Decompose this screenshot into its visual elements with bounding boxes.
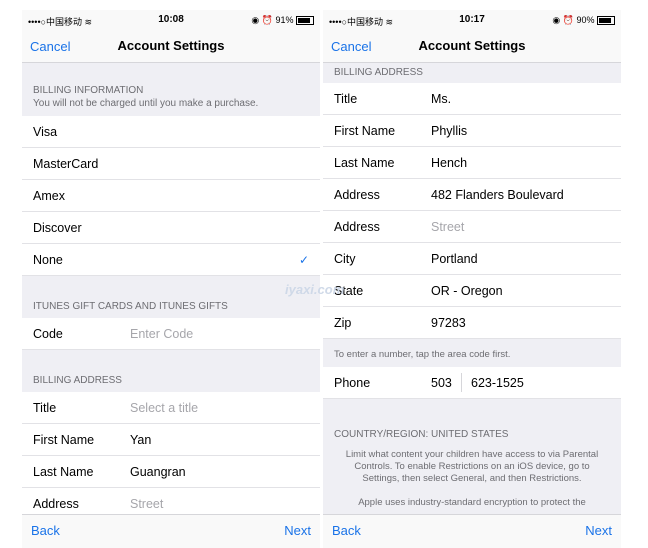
address2-label: Address <box>334 220 380 234</box>
address-row[interactable]: Address Street <box>22 488 320 515</box>
battery-icon <box>597 16 615 26</box>
code-input[interactable]: Enter Code <box>130 327 193 341</box>
title-label: Title <box>33 401 57 415</box>
address-label: Address <box>334 188 380 202</box>
zip-label: Zip <box>334 316 352 330</box>
state-select[interactable]: OR - Oregon <box>431 284 503 298</box>
title-select[interactable]: Select a title <box>130 401 198 415</box>
status-bar: ••••○中国移动 ≋ 10:17 ◉ ⏰ 90% <box>323 10 621 32</box>
zip-row[interactable]: Zip 97283 <box>323 307 621 339</box>
settings-content[interactable]: BILLING ADDRESS Title Ms. First Name Phy… <box>323 63 621 515</box>
battery-percent: 91% <box>275 15 294 25</box>
bottom-toolbar: Back Next <box>323 514 621 548</box>
first-name-row[interactable]: First Name Phyllis <box>323 115 621 147</box>
payment-option-none[interactable]: None ✓ <box>22 244 320 276</box>
right-screen: ••••○中国移动 ≋ 10:17 ◉ ⏰ 90% Cancel Account… <box>323 10 621 548</box>
title-row[interactable]: Title Select a title <box>22 392 320 424</box>
next-button[interactable]: Next <box>585 523 612 538</box>
watermark: iyaxi.com <box>285 282 345 297</box>
status-bar: ••••○中国移动 ≋ 10:08 ◉ ⏰ 91% <box>22 10 320 32</box>
title-label: Title <box>334 92 358 106</box>
last-name-row[interactable]: Last Name Guangran <box>22 456 320 488</box>
billing-address-header: BILLING ADDRESS <box>334 67 423 78</box>
battery-percent: 90% <box>576 15 595 25</box>
address-field[interactable]: 482 Flanders Boulevard <box>431 188 564 202</box>
phone-label: Phone <box>334 376 371 390</box>
area-code-field[interactable]: 503 <box>431 376 452 390</box>
next-button[interactable]: Next <box>284 523 311 538</box>
zip-field[interactable]: 97283 <box>431 316 466 330</box>
country-header: COUNTRY/REGION: UNITED STATES <box>334 429 509 440</box>
address-label: Address <box>33 497 79 511</box>
phone-divider <box>461 373 462 392</box>
first-name-label: First Name <box>33 433 95 447</box>
gift-header: ITUNES GIFT CARDS AND ITUNES GIFTS <box>33 301 228 312</box>
settings-content[interactable]: BILLING INFORMATION You will not be char… <box>22 63 320 515</box>
status-right: ◉ ⏰ 90% <box>552 15 615 26</box>
code-label: Code <box>33 327 63 341</box>
restrictions-text: Limit what content your children have ac… <box>345 449 599 484</box>
first-name-field[interactable]: Phyllis <box>431 124 467 138</box>
nav-bar: Cancel Account Settings <box>323 32 621 63</box>
billing-address-header: BILLING ADDRESS <box>33 375 122 386</box>
battery-icon <box>296 16 314 26</box>
payment-option-amex[interactable]: Amex <box>22 180 320 212</box>
payment-option-label: Amex <box>33 189 65 203</box>
back-button[interactable]: Back <box>332 523 361 538</box>
left-screen: ••••○中国移动 ≋ 10:08 ◉ ⏰ 91% Cancel Account… <box>22 10 320 548</box>
last-name-row[interactable]: Last Name Hench <box>323 147 621 179</box>
lock-rotation-icon: ◉ <box>251 15 260 25</box>
page-title: Account Settings <box>418 38 526 53</box>
billing-info-subtitle: You will not be charged until you make a… <box>33 98 259 109</box>
first-name-field[interactable]: Yan <box>130 433 151 447</box>
gift-code-row[interactable]: Code Enter Code <box>22 318 320 350</box>
city-field[interactable]: Portland <box>431 252 478 266</box>
billing-info-title: BILLING INFORMATION <box>33 85 144 96</box>
first-name-label: First Name <box>334 124 396 138</box>
payment-option-mastercard[interactable]: MasterCard <box>22 148 320 180</box>
payment-option-discover[interactable]: Discover <box>22 212 320 244</box>
payment-option-label: Visa <box>33 125 58 139</box>
encryption-text: Apple uses industry-standard encryption … <box>358 497 586 508</box>
last-name-field[interactable]: Hench <box>431 156 467 170</box>
lock-rotation-icon: ◉ <box>552 15 561 25</box>
phone-note: To enter a number, tap the area code fir… <box>334 349 511 360</box>
address-field[interactable]: Street <box>130 497 163 511</box>
title-row[interactable]: Title Ms. <box>323 83 621 115</box>
city-row[interactable]: City Portland <box>323 243 621 275</box>
city-label: City <box>334 252 356 266</box>
state-row[interactable]: State OR - Oregon <box>323 275 621 307</box>
alarm-icon: ⏰ <box>261 15 273 25</box>
first-name-row[interactable]: First Name Yan <box>22 424 320 456</box>
phone-row[interactable]: Phone 503 623-1525 <box>323 367 621 399</box>
last-name-label: Last Name <box>334 156 395 170</box>
payment-option-label: Discover <box>33 221 82 235</box>
status-right: ◉ ⏰ 91% <box>251 15 314 26</box>
alarm-icon: ⏰ <box>562 15 574 25</box>
phone-number-field[interactable]: 623-1525 <box>471 376 524 390</box>
payment-option-label: None <box>33 253 63 267</box>
checkmark-icon: ✓ <box>298 253 309 267</box>
page-title: Account Settings <box>117 38 225 53</box>
billing-info-header: BILLING INFORMATION You will not be char… <box>22 63 320 116</box>
payment-option-visa[interactable]: Visa <box>22 116 320 148</box>
address2-row[interactable]: Address Street <box>323 211 621 243</box>
address2-field[interactable]: Street <box>431 220 464 234</box>
payment-option-label: MasterCard <box>33 157 99 171</box>
bottom-toolbar: Back Next <box>22 514 320 548</box>
last-name-label: Last Name <box>33 465 94 479</box>
back-button[interactable]: Back <box>31 523 60 538</box>
address-row[interactable]: Address 482 Flanders Boulevard <box>323 179 621 211</box>
title-select[interactable]: Ms. <box>431 92 451 106</box>
nav-bar: Cancel Account Settings <box>22 32 320 63</box>
last-name-field[interactable]: Guangran <box>130 465 186 479</box>
